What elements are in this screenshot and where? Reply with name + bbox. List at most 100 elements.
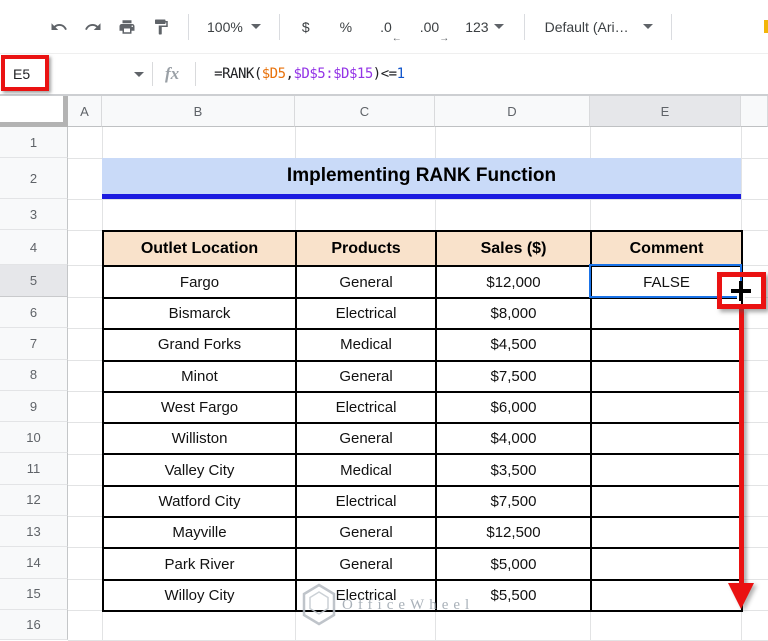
- cell-B6[interactable]: Bismarck: [102, 296, 297, 331]
- cell-B8[interactable]: Minot: [102, 359, 297, 393]
- cell-D7[interactable]: $4,500: [435, 328, 592, 362]
- cell-B9[interactable]: West Fargo: [102, 390, 297, 425]
- cell-E8[interactable]: [590, 359, 743, 393]
- name-box-value: E5: [13, 66, 31, 82]
- column-header-E[interactable]: E: [590, 96, 741, 127]
- row-header-9[interactable]: 9: [0, 390, 68, 423]
- cell-D5[interactable]: $12,000: [435, 265, 592, 299]
- row-header-6[interactable]: 6: [0, 297, 68, 329]
- row-header-2[interactable]: 2: [0, 158, 68, 199]
- fx-icon: fx: [165, 64, 180, 83]
- cell-B7[interactable]: Grand Forks: [102, 328, 297, 362]
- cell-C13[interactable]: General: [295, 516, 437, 550]
- cell-C5[interactable]: General: [295, 265, 437, 299]
- header-cell-E4[interactable]: Comment: [590, 230, 743, 267]
- cell-D15[interactable]: $5,500: [435, 578, 592, 612]
- table-row: Mayville General $12,500: [102, 516, 743, 550]
- column-header-B[interactable]: B: [102, 96, 295, 127]
- format-currency-button[interactable]: $: [294, 11, 318, 43]
- font-select[interactable]: Default (Ari…: [537, 11, 661, 43]
- cell-D12[interactable]: $7,500: [435, 484, 592, 519]
- row-header-11[interactable]: 11: [0, 453, 68, 485]
- cell-B11[interactable]: Valley City: [102, 453, 297, 487]
- undo-button[interactable]: [42, 11, 76, 43]
- cell-E10[interactable]: [590, 422, 743, 456]
- name-box[interactable]: E5: [0, 54, 152, 94]
- decrease-decimal-button[interactable]: .0 ←: [372, 11, 402, 44]
- header-cell-C4[interactable]: Products: [295, 230, 437, 267]
- format-percent-button[interactable]: %: [332, 11, 360, 43]
- cell-C11[interactable]: Medical: [295, 453, 437, 487]
- cell-C10[interactable]: General: [295, 422, 437, 456]
- row-header-3[interactable]: 3: [0, 199, 68, 230]
- cell-E14[interactable]: [590, 547, 743, 581]
- print-icon: [119, 19, 135, 34]
- title-cell[interactable]: Implementing RANK Function: [102, 158, 741, 199]
- header-cell-D4[interactable]: Sales ($): [435, 230, 592, 267]
- cell-B12[interactable]: Watford City: [102, 484, 297, 519]
- row-header-4[interactable]: 4: [0, 230, 68, 265]
- more-formats-button[interactable]: 123: [457, 11, 507, 43]
- print-button[interactable]: [110, 11, 144, 43]
- cell-C15[interactable]: Electrical: [295, 578, 437, 612]
- cell-C7[interactable]: Medical: [295, 328, 437, 362]
- cell-D13[interactable]: $12,500: [435, 516, 592, 550]
- row-header-13[interactable]: 13: [0, 516, 68, 548]
- cell-D11[interactable]: $3,500: [435, 453, 592, 487]
- cell-B14[interactable]: Park River: [102, 547, 297, 581]
- column-header-D[interactable]: D: [435, 96, 590, 127]
- row-header-16[interactable]: 16: [0, 609, 68, 640]
- increase-decimal-button[interactable]: .00 →: [412, 11, 450, 44]
- row-headers: 1 2 3 4 5 6 7 8 9 10 11 12 13 14 15 16: [0, 127, 68, 640]
- table-row: West Fargo Electrical $6,000: [102, 390, 743, 425]
- redo-icon: [85, 22, 101, 30]
- cell-B10[interactable]: Williston: [102, 422, 297, 456]
- formula-bar-divider: [195, 62, 197, 86]
- cell-B13[interactable]: Mayville: [102, 516, 297, 550]
- cell-E7[interactable]: [590, 328, 743, 362]
- cell-E12[interactable]: [590, 484, 743, 519]
- chevron-down-icon: [250, 24, 261, 29]
- formula-bar: E5 fx =RANK($D5,$D$5:$D$15)<=1: [0, 54, 768, 96]
- cell-E13[interactable]: [590, 516, 743, 550]
- cell-C12[interactable]: Electrical: [295, 484, 437, 519]
- cell-B5[interactable]: Fargo: [102, 265, 297, 299]
- cell-D6[interactable]: $8,000: [435, 296, 592, 331]
- cell-C6[interactable]: Electrical: [295, 296, 437, 331]
- row-header-5[interactable]: 5: [0, 265, 68, 297]
- column-header-C[interactable]: C: [295, 96, 435, 127]
- cell-C9[interactable]: Electrical: [295, 390, 437, 425]
- table-row: Valley City Medical $3,500: [102, 453, 743, 487]
- table-header-row: Outlet Location Products Sales ($) Comment: [102, 230, 743, 267]
- cell-D8[interactable]: $7,500: [435, 359, 592, 393]
- row-header-12[interactable]: 12: [0, 484, 68, 517]
- column-header-partial[interactable]: [741, 96, 768, 127]
- formula-input[interactable]: =RANK($D5,$D$5:$D$15)<=1: [214, 66, 405, 82]
- table-row: Bismarck Electrical $8,000: [102, 296, 743, 331]
- row-header-14[interactable]: 14: [0, 547, 68, 579]
- cell-D9[interactable]: $6,000: [435, 390, 592, 425]
- cell-C14[interactable]: General: [295, 547, 437, 581]
- cell-B15[interactable]: Willoy City: [102, 578, 297, 612]
- cell-C8[interactable]: General: [295, 359, 437, 393]
- fill-color-icon[interactable]: [764, 20, 768, 33]
- row-header-10[interactable]: 10: [0, 422, 68, 454]
- cell-E9[interactable]: [590, 390, 743, 425]
- arrow-right-icon: →: [439, 32, 450, 44]
- row-header-1[interactable]: 1: [0, 127, 68, 158]
- row-header-15[interactable]: 15: [0, 578, 68, 610]
- select-all-corner[interactable]: [0, 96, 68, 127]
- header-cell-B4[interactable]: Outlet Location: [102, 230, 297, 267]
- cell-D10[interactable]: $4,000: [435, 422, 592, 456]
- paint-format-button[interactable]: [144, 11, 178, 43]
- cell-E11[interactable]: [590, 453, 743, 487]
- annotation-fill-handle-box: [717, 272, 766, 309]
- redo-button[interactable]: [76, 11, 110, 43]
- cell-D14[interactable]: $5,000: [435, 547, 592, 581]
- column-header-A[interactable]: A: [68, 96, 102, 127]
- chevron-down-icon: [642, 24, 653, 29]
- row-header-7[interactable]: 7: [0, 328, 68, 360]
- row-header-8[interactable]: 8: [0, 359, 68, 391]
- zoom-select[interactable]: 100%: [199, 11, 269, 43]
- cell-E15[interactable]: [590, 578, 743, 612]
